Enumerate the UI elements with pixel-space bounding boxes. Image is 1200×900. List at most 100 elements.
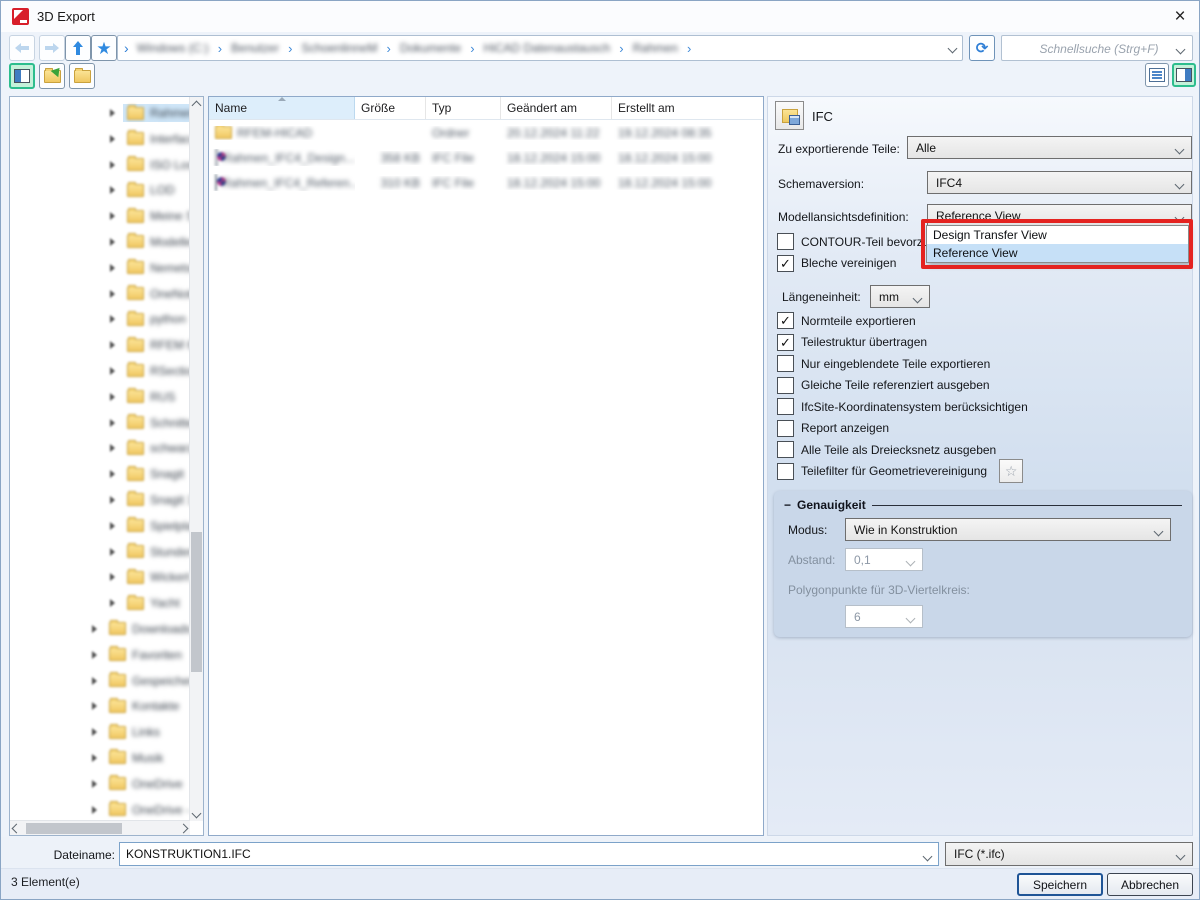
expand-icon[interactable] (110, 573, 115, 581)
expand-icon[interactable] (110, 444, 115, 452)
search-input[interactable] (1002, 36, 1196, 62)
tree-item[interactable]: Stunden (10, 540, 190, 564)
expand-icon[interactable] (92, 677, 97, 685)
tree-item[interactable]: Interfaces (10, 127, 190, 151)
option-checkbox[interactable]: ✓Bleche vereinigen (777, 253, 950, 275)
expand-icon[interactable] (110, 522, 115, 530)
tree-item[interactable]: Modelle (10, 230, 190, 254)
expand-icon[interactable] (110, 161, 115, 169)
filename-input[interactable] (120, 843, 930, 865)
scroll-left-icon[interactable] (10, 821, 23, 835)
expand-icon[interactable] (110, 341, 115, 349)
tree-item[interactable]: Favoriten (10, 643, 190, 667)
dropdown-option[interactable]: Reference View (927, 244, 1188, 262)
expand-icon[interactable] (110, 315, 115, 323)
new-folder-button[interactable] (69, 63, 95, 89)
mvd-dropdown-list[interactable]: Design Transfer ViewReference View (926, 225, 1189, 263)
tree-item[interactable]: Yacht (10, 591, 190, 615)
expand-icon[interactable] (110, 135, 115, 143)
option-checkbox[interactable]: CONTOUR-Teil bevorzugen (777, 231, 950, 253)
option-checkbox[interactable]: IfcSite-Koordinatensystem berücksichtige… (777, 396, 1028, 418)
favorites-button[interactable]: ★ (91, 35, 117, 61)
expand-icon[interactable] (110, 109, 115, 117)
checkbox-icon[interactable]: ✓ (777, 255, 794, 272)
tree-item[interactable]: OneDrive - (10, 798, 190, 821)
expand-icon[interactable] (110, 290, 115, 298)
breadcrumb-segment[interactable]: SchoenlinneM (301, 41, 377, 55)
accuracy-group-header[interactable]: − Genauigkeit (784, 498, 1182, 512)
toggle-tree-panel-button[interactable] (9, 63, 35, 89)
checkbox-icon[interactable]: ✓ (777, 334, 794, 351)
ifc-format-button[interactable] (775, 101, 804, 130)
scroll-down-icon[interactable] (190, 806, 203, 820)
tree-item[interactable]: Kontakte (10, 694, 190, 718)
tree-item[interactable]: Musik (10, 746, 190, 770)
tree-item[interactable]: RFEM 6 (10, 333, 190, 357)
expand-icon[interactable] (110, 419, 115, 427)
details-view-button[interactable] (1172, 63, 1196, 87)
cancel-button[interactable]: Abbrechen (1107, 873, 1193, 896)
tree-item[interactable]: Snagit (10, 462, 190, 486)
checkbox-icon[interactable] (777, 355, 794, 372)
schema-version-select[interactable]: IFC4 (927, 171, 1192, 194)
tree-item[interactable]: LOD (10, 178, 190, 202)
folder-tree[interactable]: RahmenInterfacesISO LoseLODMeine ScansMo… (9, 96, 204, 836)
checkbox-icon[interactable] (777, 420, 794, 437)
parts-filter-button[interactable]: ☆ (999, 459, 1023, 483)
filetype-select[interactable]: IFC (*.ifc) (945, 842, 1193, 866)
expand-icon[interactable] (92, 702, 97, 710)
expand-icon[interactable] (110, 264, 115, 272)
length-unit-select[interactable]: mm (870, 285, 930, 308)
checkbox-icon[interactable]: ✓ (777, 312, 794, 329)
breadcrumb-root-chevron-icon[interactable]: › (124, 40, 129, 56)
breadcrumb-dropdown-icon[interactable] (948, 44, 958, 54)
file-row[interactable]: Rahmen_IFC4_Referen...310 KBIFC File18.1… (209, 170, 763, 195)
tree-item[interactable]: ISO Lose (10, 153, 190, 177)
expand-icon[interactable] (110, 238, 115, 246)
expand-icon[interactable] (110, 470, 115, 478)
expand-icon[interactable] (92, 806, 97, 814)
forward-button[interactable] (39, 35, 65, 61)
breadcrumb-segment[interactable]: Benutzer (231, 41, 279, 55)
tree-item[interactable]: RSection (10, 359, 190, 383)
checkbox-icon[interactable] (777, 441, 794, 458)
tree-item[interactable]: Meine Scans (10, 204, 190, 228)
folder-up-button[interactable] (39, 63, 65, 89)
tree-item[interactable]: RUS (10, 385, 190, 409)
export-parts-select[interactable]: Alle (907, 136, 1192, 159)
column-header-size[interactable]: Größe (355, 97, 426, 119)
collapse-icon[interactable]: − (784, 498, 791, 512)
expand-icon[interactable] (110, 186, 115, 194)
expand-icon[interactable] (92, 780, 97, 788)
scroll-right-icon[interactable] (177, 821, 190, 835)
modus-select[interactable]: Wie in Konstruktion (845, 518, 1171, 541)
expand-icon[interactable] (110, 367, 115, 375)
tree-item[interactable]: OneDrive (10, 772, 190, 796)
option-checkbox[interactable]: Gleiche Teile referenziert ausgeben (777, 375, 1028, 397)
filename-combobox[interactable] (119, 842, 939, 866)
save-button[interactable]: Speichern (1017, 873, 1103, 896)
up-button[interactable] (65, 35, 91, 61)
dropdown-option[interactable]: Design Transfer View (927, 226, 1188, 244)
expand-icon[interactable] (110, 393, 115, 401)
option-checkbox[interactable]: ✓Normteile exportieren (777, 310, 1028, 332)
expand-icon[interactable] (110, 496, 115, 504)
file-list[interactable]: Name Größe Typ Geändert am Erstellt am R… (208, 96, 764, 836)
tree-item[interactable]: Downloads (10, 617, 190, 641)
column-header-name[interactable]: Name (209, 97, 355, 119)
tree-horizontal-scrollbar[interactable] (10, 820, 190, 835)
breadcrumb-segment[interactable]: HiCAD Datenaustausch (484, 41, 611, 55)
tree-vertical-scrollbar[interactable] (189, 97, 203, 821)
expand-icon[interactable] (92, 625, 97, 633)
breadcrumb[interactable]: › Windows (C:)›Benutzer›SchoenlinneM›Dok… (117, 35, 963, 61)
option-checkbox[interactable]: Teilefilter für Geometrievereinigung☆ (777, 461, 1028, 483)
checkbox-icon[interactable] (777, 233, 794, 250)
refresh-button[interactable]: ⟳ (969, 35, 995, 61)
tree-item[interactable]: Gespeicherte (10, 669, 190, 693)
scroll-thumb-horizontal[interactable] (26, 823, 122, 834)
close-icon[interactable]: × (1167, 4, 1193, 30)
tree-item[interactable]: Rahmen (10, 101, 190, 125)
model-view-definition-select[interactable]: Reference View (927, 204, 1192, 227)
scroll-up-icon[interactable] (190, 98, 203, 112)
column-header-created[interactable]: Erstellt am (612, 97, 763, 119)
